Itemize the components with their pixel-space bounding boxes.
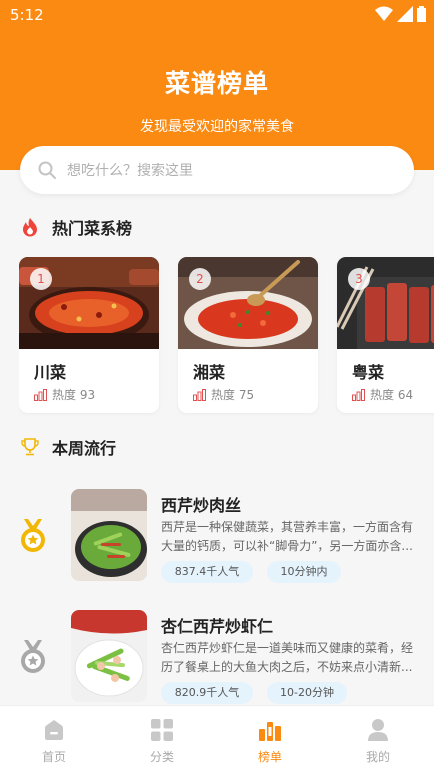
popularity-tag: 820.9千人气 xyxy=(161,682,253,704)
nav-category[interactable]: 分类 xyxy=(132,718,192,765)
rank-badge: 2 xyxy=(189,268,211,290)
section-hot-title: 热门菜系榜 xyxy=(52,219,133,238)
nav-category-label: 分类 xyxy=(149,750,174,764)
almond-shrimp-image xyxy=(71,610,147,702)
wifi-icon xyxy=(375,6,393,21)
section-weekly: 本周流行 xyxy=(20,435,116,459)
nav-profile-label: 我的 xyxy=(365,750,390,764)
bottom-nav: 首页 分类 榜单 我的 xyxy=(0,705,434,773)
home-icon xyxy=(45,720,63,740)
search-icon xyxy=(38,161,56,179)
cuisine-name: 粤菜 xyxy=(352,363,385,382)
section-hot-cuisines: 热门菜系榜 xyxy=(20,215,132,239)
bar-chart-icon xyxy=(352,388,365,401)
time-tag: 10分钟内 xyxy=(267,561,341,583)
cuisine-card-yue[interactable]: 3 粤菜 热度 64 xyxy=(337,257,434,413)
fire-icon xyxy=(23,218,37,237)
page-title: 菜谱榜单 xyxy=(164,69,269,98)
bar-chart-icon xyxy=(34,388,47,401)
nav-profile[interactable]: 我的 xyxy=(348,718,408,765)
cuisine-carousel[interactable]: 1 川菜 热度 93 2 湘菜 热度 75 3 粤菜 热度 64 xyxy=(19,257,434,417)
silver-medal-icon xyxy=(21,640,45,673)
heat-value: 热度 75 xyxy=(211,388,255,402)
cuisine-name: 湘菜 xyxy=(193,363,226,382)
cuisine-heat: 热度 75 xyxy=(193,386,254,403)
search-input[interactable]: 想吃什么？搜索这里 xyxy=(67,160,193,180)
section-weekly-title: 本周流行 xyxy=(52,439,117,458)
time-tag: 10-20分钟 xyxy=(267,682,347,704)
page-subtitle: 发现最受欢迎的家常美食 xyxy=(140,119,294,135)
item-title: 杏仁西芹炒虾仁 xyxy=(161,617,274,636)
cuisine-card-xiang[interactable]: 2 湘菜 热度 75 xyxy=(178,257,318,413)
rank-badge: 3 xyxy=(348,268,370,290)
search-bar[interactable]: 想吃什么？搜索这里 xyxy=(20,146,414,194)
cuisine-card-chuan[interactable]: 1 川菜 热度 93 xyxy=(19,257,159,413)
status-time: 5:12 xyxy=(10,6,44,24)
item-description: 杏仁西芹炒虾仁是一道美味而又健康的菜肴，经历了餐桌上的大鱼大肉之后，不妨来点小清… xyxy=(161,641,414,674)
grid-icon xyxy=(151,719,173,741)
trophy-icon xyxy=(21,438,39,456)
cuisine-name: 川菜 xyxy=(34,363,67,382)
cuisine-heat: 热度 64 xyxy=(352,386,413,403)
status-bar: 5:12 xyxy=(0,0,434,32)
cuisine-heat: 热度 93 xyxy=(34,386,95,403)
signal-icon xyxy=(397,6,413,22)
list-item[interactable]: 杏仁西芹炒虾仁 杏仁西芹炒虾仁是一道美味而又健康的菜肴，经历了餐桌上的大鱼大肉之… xyxy=(0,610,434,706)
popularity-tag: 837.4千人气 xyxy=(161,561,253,583)
heat-value: 热度 93 xyxy=(52,388,96,402)
list-item[interactable]: 西芹炒肉丝 西芹是一种保健蔬菜，其营养丰富，一方面含有大量的钙质，可以补“脚骨力… xyxy=(0,489,434,585)
nav-home-label: 首页 xyxy=(41,750,66,764)
celery-pork-image xyxy=(71,489,147,581)
rank-badge: 1 xyxy=(30,268,52,290)
nav-ranking[interactable]: 榜单 xyxy=(240,718,300,765)
gold-medal-icon xyxy=(21,519,45,552)
nav-home[interactable]: 首页 xyxy=(24,718,84,765)
heat-value: 热度 64 xyxy=(370,388,414,402)
nav-ranking-label: 榜单 xyxy=(257,750,282,764)
battery-icon xyxy=(417,6,426,22)
status-icons xyxy=(375,6,426,22)
user-icon xyxy=(368,719,388,741)
item-title: 西芹炒肉丝 xyxy=(161,496,242,515)
bar-chart-icon xyxy=(193,388,206,401)
item-description: 西芹是一种保健蔬菜，其营养丰富，一方面含有大量的钙质，可以补“脚骨力”，另一方面… xyxy=(161,520,414,553)
ranking-icon xyxy=(259,722,281,741)
